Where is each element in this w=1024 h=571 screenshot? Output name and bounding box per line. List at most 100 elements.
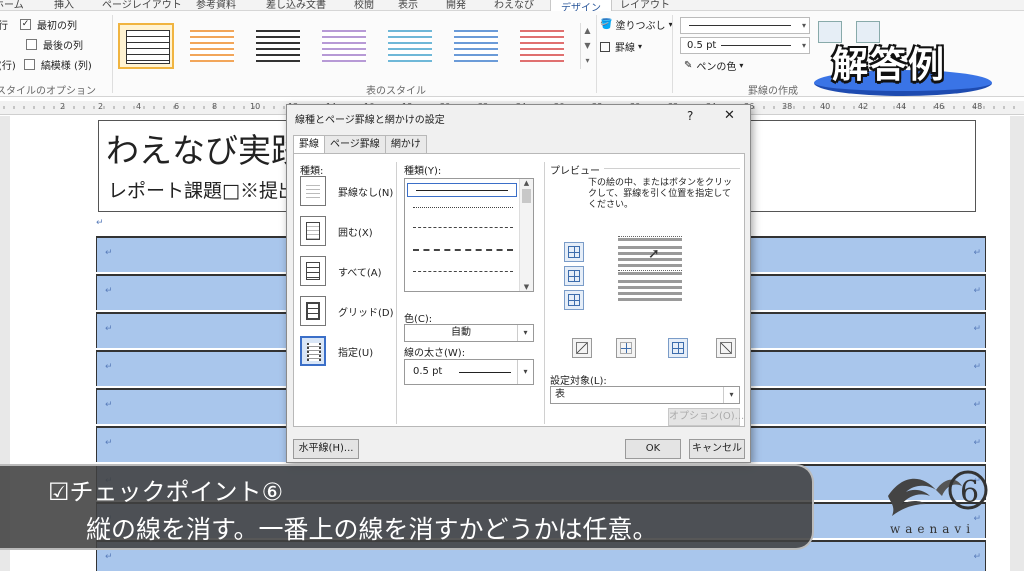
custom-border-icon	[300, 336, 326, 366]
ruler-number: 8	[212, 102, 218, 111]
line-style-dash-dot[interactable]	[413, 271, 513, 272]
first-column-checkbox[interactable]: ✓	[20, 18, 31, 30]
setting-grid-label: グリッド(D)	[338, 307, 394, 319]
ruler-number: 44	[896, 102, 907, 111]
horizontal-line-button[interactable]: 水平線(H)...	[293, 439, 359, 459]
line-style-dashed-fine[interactable]	[413, 227, 513, 228]
ribbon-separator	[672, 15, 673, 93]
table-style-purple[interactable]	[316, 23, 372, 69]
table-styles-gallery	[118, 23, 588, 75]
checkpoint-title: ☑チェックポイント⑥	[48, 478, 284, 506]
table-style-teal[interactable]	[382, 23, 438, 69]
ribbon-separator	[596, 15, 597, 93]
options-button[interactable]: オプション(O)...	[668, 408, 744, 426]
bottom-border-icon	[568, 294, 580, 306]
setting-all[interactable]: すべて(A)	[300, 256, 382, 286]
option-last-column[interactable]: 最後の列	[26, 35, 83, 53]
paragraph-mark: ↵	[96, 218, 104, 228]
line-style-dashed[interactable]	[413, 249, 513, 251]
borders-button[interactable]: 罫線 ▾	[600, 39, 642, 54]
chevron-down-icon: ▾	[517, 325, 533, 341]
bottom-border-button[interactable]	[564, 290, 584, 310]
preview-hint: 下の絵の中、またはボタンをクリックして、罫線を引く位置を指定してください。	[588, 178, 733, 210]
right-border-button[interactable]	[668, 338, 688, 358]
shading-button[interactable]: 🪣 塗りつぶし ▾	[600, 17, 673, 32]
document-subtitle: レポート課題□※提出	[108, 180, 297, 202]
tab-references[interactable]: 参考資料	[196, 0, 236, 11]
tab-developer[interactable]: 開発	[446, 0, 466, 11]
chevron-down-icon: ▾	[723, 387, 739, 403]
last-column-checkbox[interactable]	[26, 38, 37, 50]
setting-box[interactable]: 囲む(X)	[300, 216, 373, 246]
setting-all-label: すべて(A)	[338, 267, 382, 279]
line-style-label: 種類(Y):	[404, 166, 442, 177]
help-icon[interactable]: ?	[687, 109, 693, 123]
tab-review[interactable]: 校閲	[354, 0, 374, 11]
cancel-button[interactable]: キャンセル	[689, 439, 745, 459]
line-width-dropdown[interactable]: 0.5 pt ▾	[404, 359, 534, 385]
styles-scroll-buttons[interactable]: ▲ ▼ ▾	[580, 23, 594, 69]
close-icon[interactable]: ✕	[724, 108, 735, 123]
dialog-tabs: 罫線 ページ罫線 網かけ	[293, 135, 427, 154]
tab-mailings[interactable]: 差し込み文書	[266, 0, 326, 11]
panel-separator	[396, 162, 397, 424]
top-border-button[interactable]	[564, 242, 584, 262]
tab-shading[interactable]: 網かけ	[384, 135, 427, 153]
line-style-scrollbar[interactable]: ▲ ▼	[519, 179, 533, 291]
apply-to-value: 表	[555, 389, 565, 400]
top-border-icon	[568, 246, 580, 258]
table-style-black[interactable]	[250, 23, 306, 69]
option-banded[interactable]: (行) 縞模様 (列)	[0, 55, 92, 73]
option-header-row[interactable]: 行 ✓ 最初の列	[0, 15, 77, 33]
table-style-orange[interactable]	[184, 23, 240, 69]
table-style-grid[interactable]	[118, 23, 174, 69]
diagonal-up-border-button[interactable]	[572, 338, 592, 358]
border-preview-area[interactable]: ➚	[604, 232, 696, 308]
ruler-number: 38	[782, 102, 793, 111]
waenavi-logo: 6 waenavi	[876, 462, 994, 542]
diagonal-down-border-button[interactable]	[716, 338, 736, 358]
ruler-number: 48	[972, 102, 983, 111]
color-dropdown[interactable]: 自動 ▾	[404, 324, 534, 342]
checkpoint-body: 縦の線を消す。一番上の線を消すかどうかは任意。	[86, 515, 658, 544]
line-style-dotted[interactable]	[413, 207, 513, 208]
inside-vertical-border-button[interactable]	[616, 338, 636, 358]
table-style-blue[interactable]	[448, 23, 504, 69]
setting-grid[interactable]: グリッド(D)	[300, 296, 394, 326]
first-column-label: 最初の列	[37, 20, 77, 32]
phoenix-logo-icon: 6	[888, 470, 988, 516]
borders-icon	[600, 41, 610, 52]
tab-home[interactable]: ホーム	[0, 0, 24, 11]
tab-borders[interactable]: 罫線	[293, 135, 325, 154]
setting-custom[interactable]: 指定(U)	[300, 336, 373, 366]
no-border-icon	[300, 176, 326, 206]
line-style-list[interactable]: ▲ ▼	[404, 178, 534, 292]
chevron-down-icon: ▾	[517, 360, 533, 384]
table-style-red[interactable]	[514, 23, 570, 69]
banded-columns-label: 縞模様 (列)	[40, 60, 92, 72]
line-style-solid[interactable]	[407, 183, 517, 197]
ruler-number: 2	[98, 102, 104, 111]
setting-none[interactable]: 罫線なし(N)	[300, 176, 393, 206]
ok-button[interactable]: OK	[625, 439, 681, 459]
answer-example-badge: 解答例	[814, 36, 992, 100]
tab-view[interactable]: 表示	[398, 0, 418, 11]
inside-horizontal-border-button[interactable]	[564, 266, 584, 286]
right-border-icon	[672, 342, 684, 354]
pen-color-label: ペンの色	[696, 62, 737, 73]
tab-insert[interactable]: 挿入	[54, 0, 74, 11]
tab-waenavi[interactable]: わえなび	[494, 0, 534, 11]
tab-page-border[interactable]: ページ罫線	[324, 135, 386, 153]
pen-style-dropdown[interactable]: ▾	[680, 17, 810, 34]
ruler-number: 2	[60, 102, 66, 111]
answer-example-text: 解答例	[832, 45, 947, 86]
pen-weight-dropdown[interactable]: 0.5 pt ▾	[680, 37, 810, 54]
tab-layout[interactable]: レイアウト	[620, 0, 670, 11]
pen-color-button[interactable]: ✎ ペンの色 ▾	[684, 58, 743, 73]
tab-page-layout[interactable]: ページレイアウト	[102, 0, 182, 11]
document-title: わえなび実践	[106, 131, 304, 170]
ruler-number: 40	[820, 102, 831, 111]
borders-group-label: 罫線の作成	[748, 86, 798, 97]
banded-columns-checkbox[interactable]	[23, 58, 35, 70]
apply-to-dropdown[interactable]: 表 ▾	[550, 386, 740, 404]
